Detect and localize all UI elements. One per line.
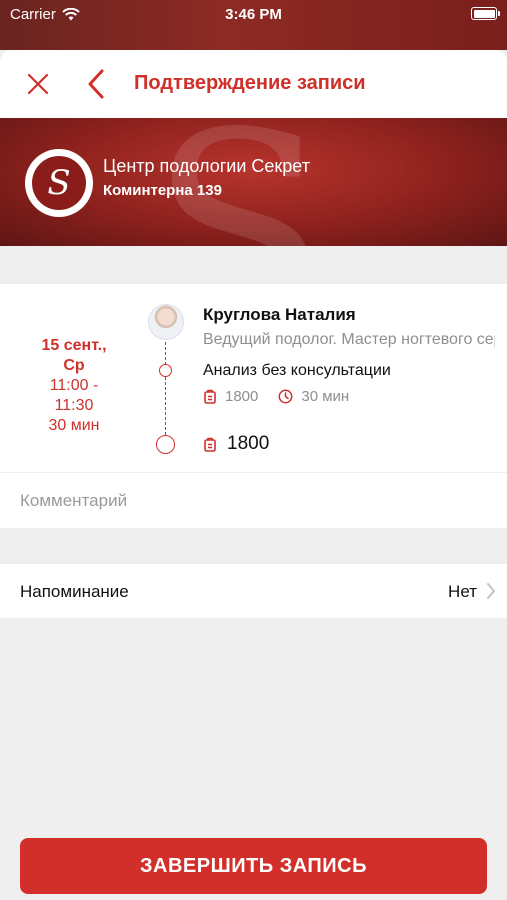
price-tag-icon (204, 389, 216, 404)
comment-row (0, 472, 507, 528)
booking-datetime: 15 сент., Ср 11:00 - 11:30 30 мин (18, 336, 130, 436)
master-avatar (148, 304, 184, 340)
organization-banner: S S Центр подологии Секрет Коминтерна 13… (0, 118, 507, 246)
service-name: Анализ без консультации (203, 362, 391, 379)
total-price: 1800 (227, 433, 270, 454)
page-title: Подтверждение записи (134, 72, 366, 94)
booking-sheet: Подтверждение записи S S Центр подологии… (0, 50, 507, 900)
booking-total: 1800 (203, 433, 269, 455)
organization-logo: S (25, 149, 93, 217)
booking-date: 15 сент., (41, 337, 107, 354)
timeline-total-dot (156, 435, 175, 454)
service-price: 1800 (225, 388, 259, 405)
service-duration: 30 мин (301, 388, 350, 405)
master-name: Круглова Наталия (203, 305, 356, 324)
price-tag-icon (204, 437, 216, 452)
status-time: 3:46 PM (225, 6, 282, 23)
close-icon[interactable] (24, 70, 52, 98)
clock-icon (278, 389, 293, 404)
reminder-row[interactable]: Напоминание Нет (0, 564, 507, 618)
comment-input[interactable] (20, 481, 490, 521)
logo-letter: S (32, 156, 86, 210)
organization-name: Центр подологии Секрет (103, 156, 310, 176)
booking-duration: 30 мин (48, 417, 100, 434)
reminder-value: Нет (448, 582, 477, 601)
timeline-service-dot (159, 364, 172, 377)
organization-address: Коминтерна 139 (103, 182, 222, 199)
master-role: Ведущий подолог. Мастер ногтевого сервис… (203, 331, 495, 348)
booking-card: 15 сент., Ср 11:00 - 11:30 30 мин Кругло… (0, 284, 507, 472)
reminder-label: Напоминание (20, 582, 129, 601)
timeline-line (165, 342, 166, 440)
battery-icon (471, 7, 500, 20)
chevron-right-icon (487, 583, 495, 599)
nav-bar: Подтверждение записи (0, 50, 507, 118)
booking-time-end: 11:30 (54, 397, 94, 414)
back-chevron-icon[interactable] (84, 67, 108, 101)
booking-time-start: 11:00 - (49, 377, 99, 394)
status-bar: Carrier 3:46 PM (0, 0, 507, 50)
finish-booking-button[interactable]: ЗАВЕРШИТЬ ЗАПИСЬ (20, 838, 487, 894)
service-meta: 1800 30 мин (203, 388, 349, 405)
booking-weekday: Ср (63, 357, 85, 374)
